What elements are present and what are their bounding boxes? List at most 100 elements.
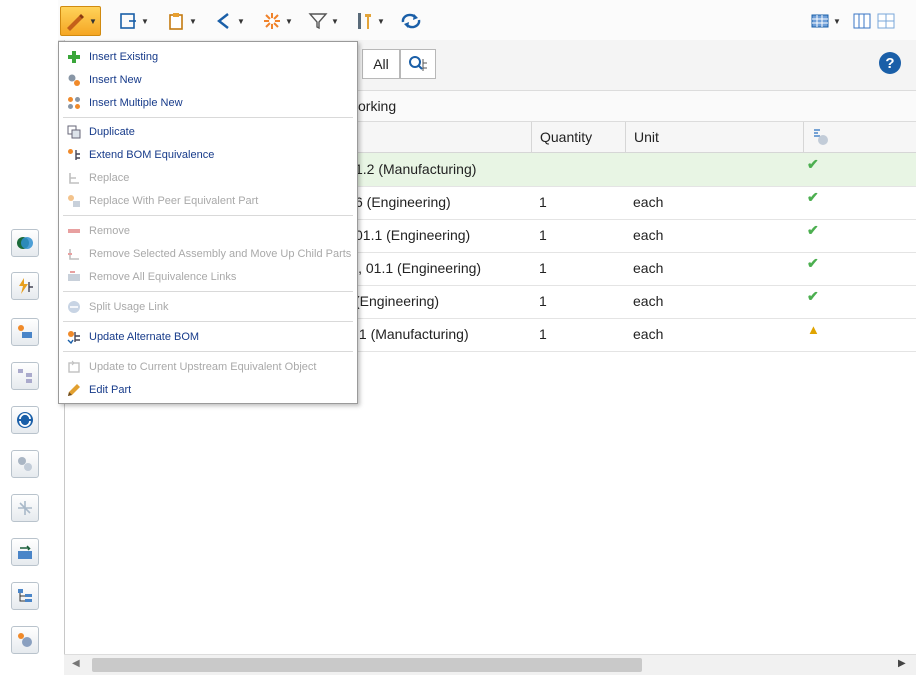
rail-update-button[interactable] [11, 272, 39, 300]
rail-compare-button[interactable] [11, 229, 39, 257]
update-bom-icon [66, 329, 82, 345]
upstream-update-icon [66, 359, 82, 375]
insert-icon [120, 13, 136, 29]
filter-icon [308, 13, 328, 30]
menu-item-duplicate[interactable]: Duplicate [59, 121, 357, 143]
minus-icon [66, 223, 82, 239]
structure-icon [18, 369, 32, 383]
row-quantity-cell: 1 [539, 293, 547, 309]
plus-icon [66, 49, 82, 65]
configure-parts-icon [18, 633, 32, 647]
gears-icon [66, 72, 82, 88]
rail-explode-button[interactable] [11, 494, 39, 522]
status-check-icon: ✔ [807, 288, 819, 304]
link-parts-icon [18, 325, 32, 338]
sync-icon [401, 13, 421, 29]
tools-button[interactable]: ▼ [354, 8, 385, 34]
main-toolbar: ▼ ▼ ▼ ▼ ▼ ▼ ▼ ▼ [58, 0, 916, 41]
row-unit-cell: each [633, 227, 664, 243]
tree-list-icon [18, 589, 32, 602]
status-check-icon: ✔ [807, 156, 819, 172]
scroll-right-icon[interactable]: ▶ [898, 658, 906, 669]
edit-dropdown-menu: Insert Existing Insert New Insert Multip… [58, 41, 358, 404]
find-in-structure-button[interactable] [400, 49, 436, 79]
row-name-cell: 1.2 (Manufacturing) [355, 161, 477, 177]
row-unit-cell: each [633, 326, 664, 342]
configure-icon [264, 13, 280, 29]
row-name-cell: 6 (Engineering) [355, 194, 451, 210]
compare-icon [217, 13, 229, 29]
row-name-cell: (Engineering) [355, 293, 440, 309]
menu-item-edit-part[interactable]: Edit Part [59, 379, 357, 401]
column-header-status[interactable] [803, 122, 916, 152]
menu-item-insert-existing[interactable]: Insert Existing [59, 46, 357, 68]
column-header-unit[interactable]: Unit [625, 122, 804, 152]
gears-icon [18, 457, 32, 471]
scroll-left-icon[interactable]: ◀ [72, 658, 80, 669]
compare-button[interactable]: ▼ [214, 8, 245, 34]
menu-item-insert-new[interactable]: Insert New [59, 69, 357, 91]
filter-button[interactable]: ▼ [308, 8, 339, 34]
replace-peer-icon [66, 193, 82, 209]
row-unit-cell: each [633, 260, 664, 276]
filter-all-label: All [373, 56, 389, 72]
row-name-cell: .1 (Manufacturing) [355, 326, 469, 342]
row-quantity-cell: 1 [539, 260, 547, 276]
rail-configure-button[interactable] [11, 626, 39, 654]
column-header-quantity[interactable]: Quantity [531, 122, 626, 152]
compare-toggle-icon [17, 237, 33, 249]
rail-tree-button[interactable] [11, 582, 39, 610]
row-quantity-cell: 1 [539, 326, 547, 342]
paste-icon [169, 13, 183, 30]
status-warning-icon: ▲ [807, 322, 820, 337]
help-icon[interactable]: ? [879, 52, 901, 74]
menu-item-replace-with-peer-equivalent-part: Replace With Peer Equivalent Part [59, 190, 357, 212]
paste-button[interactable]: ▼ [166, 8, 197, 34]
tiles-icon [877, 13, 895, 29]
rail-swap-button[interactable] [11, 538, 39, 566]
status-check-icon: ✔ [807, 255, 819, 271]
menu-item-split-usage-link: Split Usage Link [59, 296, 357, 318]
filter-all-button[interactable]: All [362, 49, 400, 79]
configure-button[interactable]: ▼ [262, 8, 293, 34]
split-link-icon [66, 299, 82, 315]
columns-view-button[interactable] [852, 8, 872, 34]
tiles-view-button[interactable] [876, 8, 896, 34]
row-quantity-cell: 1 [539, 227, 547, 243]
menu-item-remove-all-equivalence-links: Remove All Equivalence Links [59, 266, 357, 288]
horizontal-scrollbar[interactable]: ◀ ▶ [64, 654, 916, 675]
remove-assembly-icon [66, 246, 82, 262]
lightning-tree-icon [19, 278, 33, 294]
menu-item-remove-selected-assembly: Remove Selected Assembly and Move Up Chi… [59, 243, 357, 265]
tools-icon [358, 13, 371, 29]
row-unit-cell: each [633, 293, 664, 309]
replace-icon [66, 170, 82, 186]
left-action-rail [0, 220, 52, 674]
status-check-icon: ✔ [807, 189, 819, 205]
sync-button[interactable] [400, 8, 422, 34]
layout-button[interactable]: ▼ [810, 8, 841, 34]
refresh-icon [17, 412, 33, 428]
rail-refresh-button[interactable] [11, 406, 39, 434]
rail-structure-button[interactable] [11, 362, 39, 390]
insert-button[interactable]: ▼ [118, 8, 149, 34]
edit-menu-button[interactable]: ▼ [60, 6, 101, 36]
menu-item-update-alternate-bom[interactable]: Update Alternate BOM [59, 326, 357, 348]
duplicate-icon [66, 124, 82, 140]
pencil-icon [66, 382, 82, 398]
multiple-gears-icon [66, 95, 82, 111]
menu-item-extend-bom-equivalence[interactable]: Extend BOM Equivalence [59, 144, 357, 166]
row-name-cell: l, 01.1 (Engineering) [355, 260, 482, 276]
edit-pencil-icon [67, 14, 84, 31]
menu-item-insert-multiple-new[interactable]: Insert Multiple New [59, 92, 357, 114]
rail-link-button[interactable] [11, 318, 39, 346]
chevron-down-icon: ▼ [89, 16, 97, 26]
layout-icon [811, 14, 829, 28]
equivalence-status-icon [814, 129, 828, 145]
columns-icon [853, 13, 871, 29]
rail-gears-button[interactable] [11, 450, 39, 478]
row-quantity-cell: 1 [539, 194, 547, 210]
menu-item-update-to-current-upstream: Update to Current Upstream Equivalent Ob… [59, 356, 357, 378]
scrollbar-thumb[interactable] [92, 658, 642, 672]
view-label: orking [358, 98, 397, 114]
